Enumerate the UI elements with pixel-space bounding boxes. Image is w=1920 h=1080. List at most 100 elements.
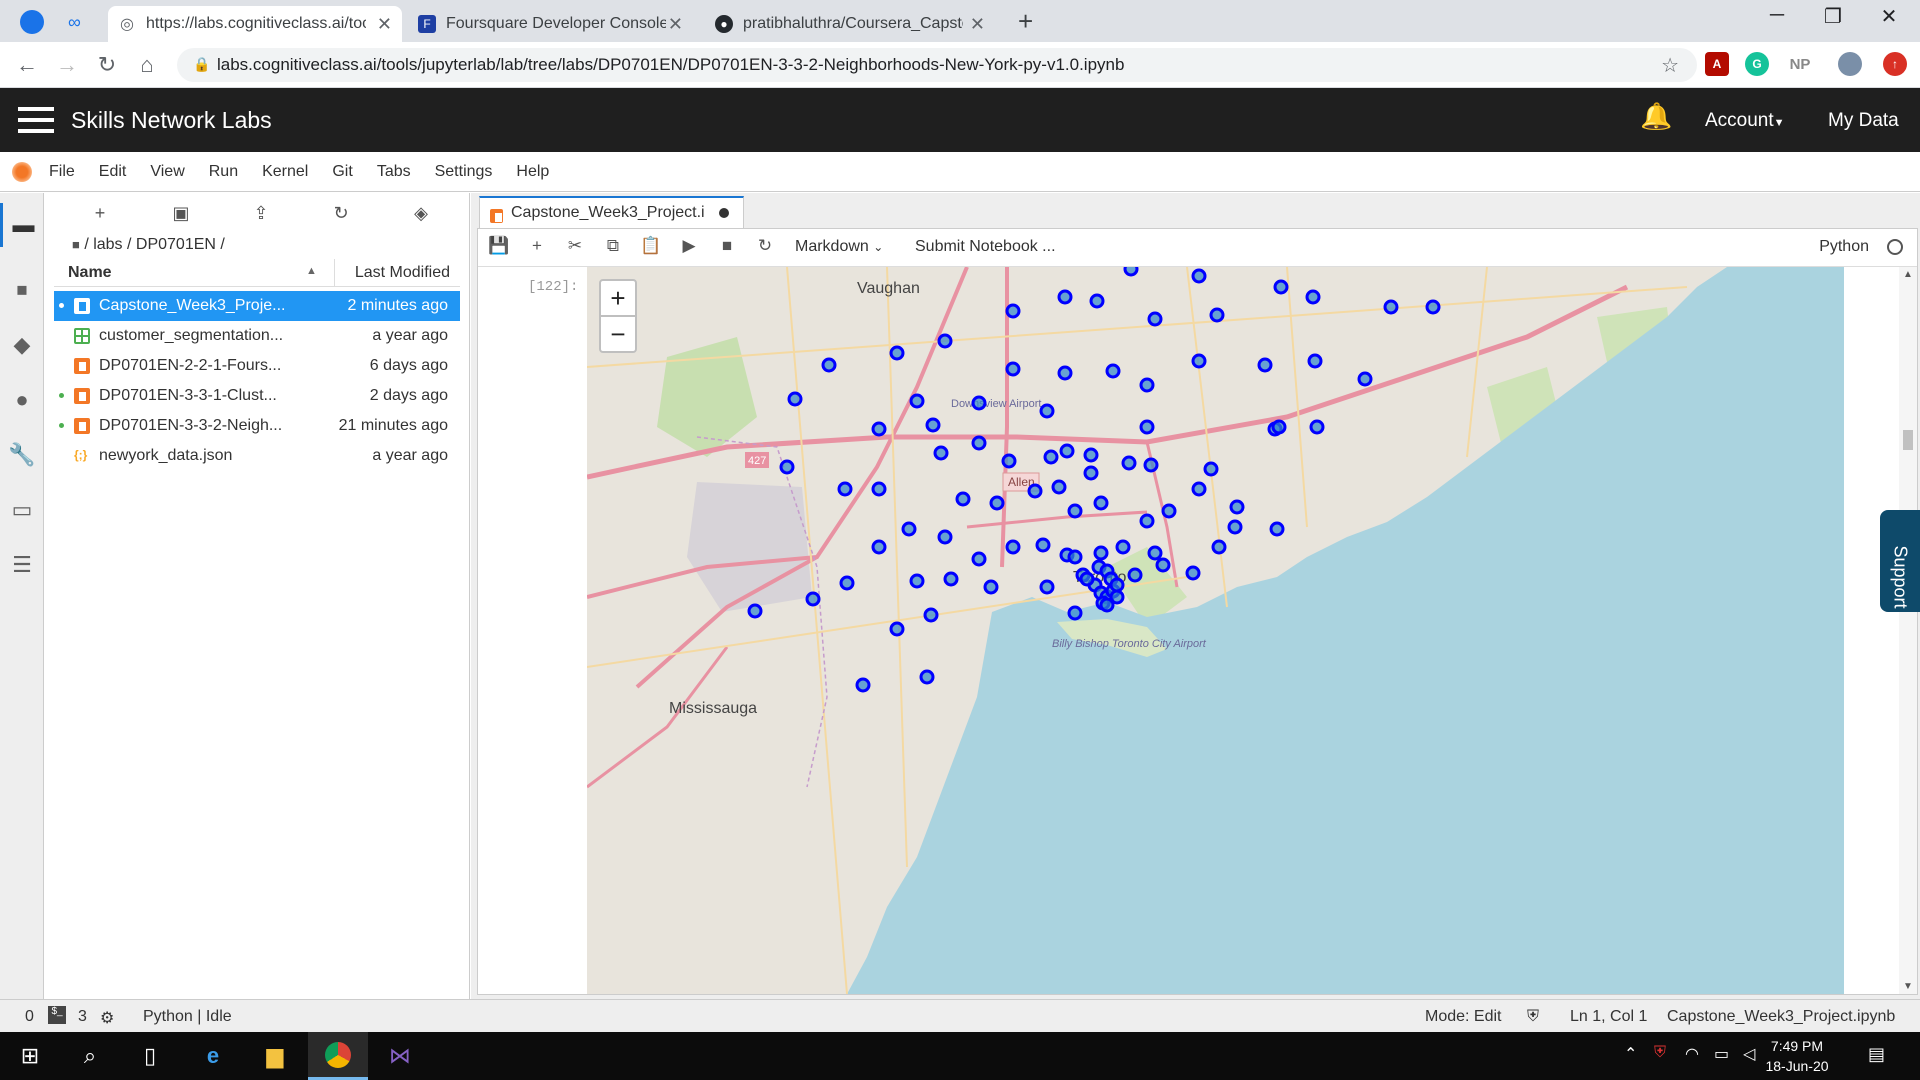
neighborhood-marker[interactable] [787, 391, 803, 407]
file-row[interactable]: customer_segmentation... a year ago [54, 321, 460, 351]
acrobat-extension-icon[interactable]: A [1705, 52, 1729, 76]
breadcrumb-path[interactable]: / labs / DP0701EN / [84, 236, 225, 253]
neighborhood-marker[interactable] [1139, 513, 1155, 529]
forward-icon[interactable]: → [52, 52, 82, 78]
link-tab-icon[interactable]: ∞ [68, 12, 81, 33]
map-canvas[interactable]: Vaughan Mississauga Toronto Downsview Ai… [587, 267, 1844, 994]
notification-bell-icon[interactable]: 🔔 [1640, 101, 1672, 132]
neighborhood-marker[interactable] [1083, 447, 1099, 463]
save-icon[interactable]: 💾 [486, 236, 512, 256]
close-tab-icon[interactable]: ✕ [970, 14, 985, 35]
neighborhood-marker[interactable] [1191, 353, 1207, 369]
restart-icon[interactable]: ↻ [752, 236, 778, 256]
scroll-up-icon[interactable]: ▲ [1903, 269, 1913, 280]
name-column-header[interactable]: Name [68, 264, 112, 282]
neighborhood-marker[interactable] [871, 421, 887, 437]
account-menu[interactable]: Account▼ [1705, 110, 1785, 132]
neighborhood-marker[interactable] [839, 575, 855, 591]
copy-icon[interactable]: ⧉ [600, 236, 626, 256]
neighborhood-marker[interactable] [1001, 453, 1017, 469]
file-row[interactable]: {;} newyork_data.json a year ago [54, 441, 460, 471]
menu-view[interactable]: View [150, 163, 184, 181]
neighborhood-marker[interactable] [937, 529, 953, 545]
insert-cell-icon[interactable]: + [524, 236, 550, 256]
neighborhood-marker[interactable] [1039, 403, 1055, 419]
close-tab-icon[interactable]: ✕ [377, 14, 392, 35]
menu-settings[interactable]: Settings [435, 163, 493, 181]
folder-icon[interactable]: ▬ [0, 203, 44, 247]
palette-icon[interactable]: ● [0, 378, 44, 422]
neighborhood-marker[interactable] [1425, 299, 1441, 315]
neighborhood-marker[interactable] [901, 521, 917, 537]
neighborhood-marker[interactable] [971, 395, 987, 411]
neighborhood-marker[interactable] [1229, 499, 1245, 515]
menu-help[interactable]: Help [516, 163, 549, 181]
new-tab-button[interactable]: + [1018, 6, 1033, 37]
tab-notebook[interactable]: Capstone_Week3_Project.i [479, 196, 744, 228]
neighborhood-marker[interactable] [909, 573, 925, 589]
neighborhood-marker[interactable] [1123, 267, 1139, 277]
neighborhood-marker[interactable] [989, 495, 1005, 511]
media-control-icon[interactable] [20, 10, 44, 34]
kernel-name[interactable]: Python [1819, 238, 1869, 256]
neighborhood-marker[interactable] [805, 591, 821, 607]
wifi-icon[interactable]: ◠ [1685, 1044, 1699, 1064]
menu-file[interactable]: File [49, 163, 75, 181]
neighborhood-marker[interactable] [983, 579, 999, 595]
file-row[interactable]: Capstone_Week3_Proje... 2 minutes ago [54, 291, 460, 321]
terminal-icon[interactable]: $_ [48, 1006, 66, 1024]
neighborhood-marker[interactable] [1067, 605, 1083, 621]
menu-edit[interactable]: Edit [99, 163, 127, 181]
neighborhood-marker[interactable] [1227, 519, 1243, 535]
neighborhood-marker[interactable] [871, 481, 887, 497]
zoom-out-button[interactable]: − [599, 315, 637, 353]
neighborhood-marker[interactable] [925, 417, 941, 433]
file-row[interactable]: DP0701EN-3-3-2-Neigh... 21 minutes ago [54, 411, 460, 441]
neighborhood-marker[interactable] [1121, 455, 1137, 471]
menu-tabs[interactable]: Tabs [377, 163, 411, 181]
kernel-status-text[interactable]: Python | Idle [143, 1008, 232, 1026]
paste-icon[interactable]: 📋 [638, 236, 664, 256]
neighborhood-marker[interactable] [1147, 311, 1163, 327]
browser-tab-foursquare[interactable]: F Foursquare Developer Console ✕ [408, 6, 693, 42]
neighborhood-marker[interactable] [1027, 483, 1043, 499]
neighborhood-marker[interactable] [1383, 299, 1399, 315]
git-icon[interactable]: ◆ [0, 323, 44, 367]
neighborhood-marker[interactable] [855, 677, 871, 693]
neighborhood-marker[interactable] [1357, 371, 1373, 387]
neighborhood-marker[interactable] [923, 607, 939, 623]
home-icon[interactable]: ⌂ [132, 52, 162, 78]
tray-overflow-icon[interactable]: ⌃ [1624, 1044, 1637, 1064]
neighborhood-marker[interactable] [1191, 481, 1207, 497]
neighborhood-marker[interactable] [1269, 521, 1285, 537]
neighborhood-marker[interactable] [821, 357, 837, 373]
battery-icon[interactable]: ▭ [1714, 1044, 1729, 1064]
neighborhood-marker[interactable] [1005, 303, 1021, 319]
close-tab-icon[interactable]: ✕ [668, 14, 683, 35]
zoom-in-button[interactable]: + [599, 279, 637, 317]
sort-ascending-icon[interactable]: ▲ [306, 265, 317, 277]
neighborhood-marker[interactable] [1139, 419, 1155, 435]
neighborhood-marker[interactable] [971, 435, 987, 451]
unsaved-indicator-icon[interactable] [719, 208, 729, 218]
cut-icon[interactable]: ✂ [562, 236, 588, 256]
url-input[interactable]: 🔒 labs.cognitiveclass.ai/tools/jupyterla… [177, 48, 1697, 82]
back-icon[interactable]: ← [12, 52, 42, 78]
windows-start-icon[interactable]: ⊞ [0, 1032, 60, 1080]
git-clone-icon[interactable]: ◈ [407, 203, 435, 224]
minimize-icon[interactable]: ─ [1752, 4, 1802, 27]
neighborhood-marker[interactable] [1209, 307, 1225, 323]
new-launcher-icon[interactable]: + [86, 203, 114, 224]
neighborhood-marker[interactable] [1271, 419, 1287, 435]
chrome-icon[interactable] [308, 1032, 368, 1080]
update-icon[interactable]: ↑ [1883, 52, 1907, 76]
browser-tab-cognitiveclass[interactable]: ◎ https://labs.cognitiveclass.ai/tool ✕ [108, 6, 402, 42]
security-tray-icon[interactable]: ⛨ [1654, 1044, 1666, 1062]
neighborhood-marker[interactable] [1147, 545, 1163, 561]
hamburger-menu-icon[interactable] [18, 107, 54, 135]
browser-tab-github[interactable]: ● pratibhaluthra/Coursera_Capston ✕ [705, 6, 995, 42]
wrench-icon[interactable]: 🔧 [0, 433, 44, 477]
task-view-icon[interactable]: ▯ [120, 1032, 180, 1080]
neighborhood-marker[interactable] [909, 393, 925, 409]
neighborhood-marker[interactable] [1105, 363, 1121, 379]
